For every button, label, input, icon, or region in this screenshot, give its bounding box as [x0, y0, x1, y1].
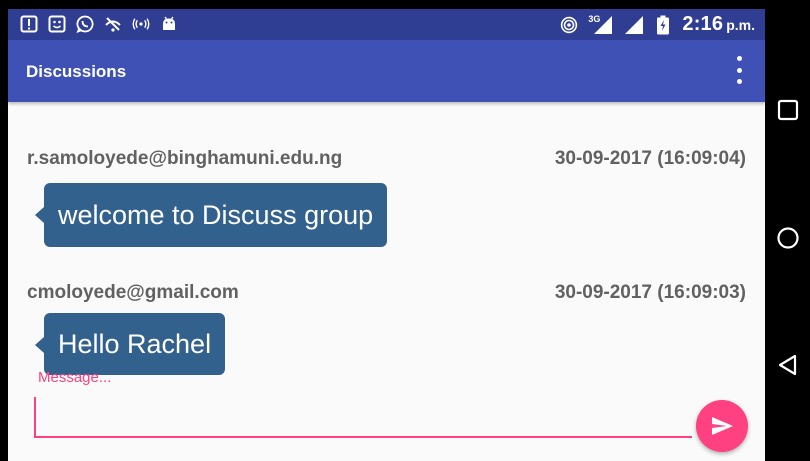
- signal-3g-icon: 3G: [588, 13, 614, 34]
- message-bubble: welcome to Discuss group: [34, 183, 388, 247]
- app-window: 3G 2:16 p.m. Discussions r.samoloyede@bi…: [8, 9, 765, 461]
- android-icon: [160, 15, 178, 33]
- broadcast-icon: [132, 15, 150, 33]
- sim-icon: [48, 15, 66, 33]
- message-composer: Message...: [8, 369, 765, 461]
- app-bar: Discussions: [8, 40, 765, 102]
- screen: 3G 2:16 p.m. Discussions r.samoloyede@bi…: [0, 0, 810, 461]
- message-timestamp: 30-09-2017 (16:09:04): [554, 148, 746, 169]
- recents-icon[interactable]: [775, 97, 801, 123]
- message-hint-label: Message...: [38, 369, 112, 386]
- page-title: Discussions: [26, 62, 127, 81]
- send-icon: [712, 417, 733, 435]
- message-timestamp: 30-09-2017 (16:09:03): [554, 282, 746, 303]
- whatsapp-icon: [76, 15, 94, 33]
- hotspot-icon: [560, 16, 578, 34]
- status-time: 2:16: [682, 13, 724, 35]
- overflow-menu-icon[interactable]: [731, 56, 747, 84]
- input-underline: [34, 436, 692, 438]
- message-bubble: Hello Rachel: [34, 313, 226, 375]
- alert-icon: [20, 15, 38, 33]
- send-button[interactable]: [696, 400, 748, 452]
- signal-icon: [624, 15, 644, 34]
- network-type-label: 3G: [588, 13, 601, 24]
- back-icon[interactable]: [775, 352, 801, 378]
- text-cursor: [34, 397, 36, 437]
- home-icon[interactable]: [775, 225, 801, 251]
- message-sender: r.samoloyede@binghamuni.edu.ng: [27, 148, 343, 169]
- battery-icon: [654, 15, 672, 34]
- message-input[interactable]: [34, 387, 694, 439]
- system-nav-bar: [765, 0, 810, 461]
- status-ampm: p.m.: [726, 17, 755, 33]
- message-sender: cmoloyede@gmail.com: [27, 282, 239, 303]
- wifi-off-icon: [104, 15, 122, 33]
- status-bar: 3G 2:16 p.m.: [8, 9, 765, 40]
